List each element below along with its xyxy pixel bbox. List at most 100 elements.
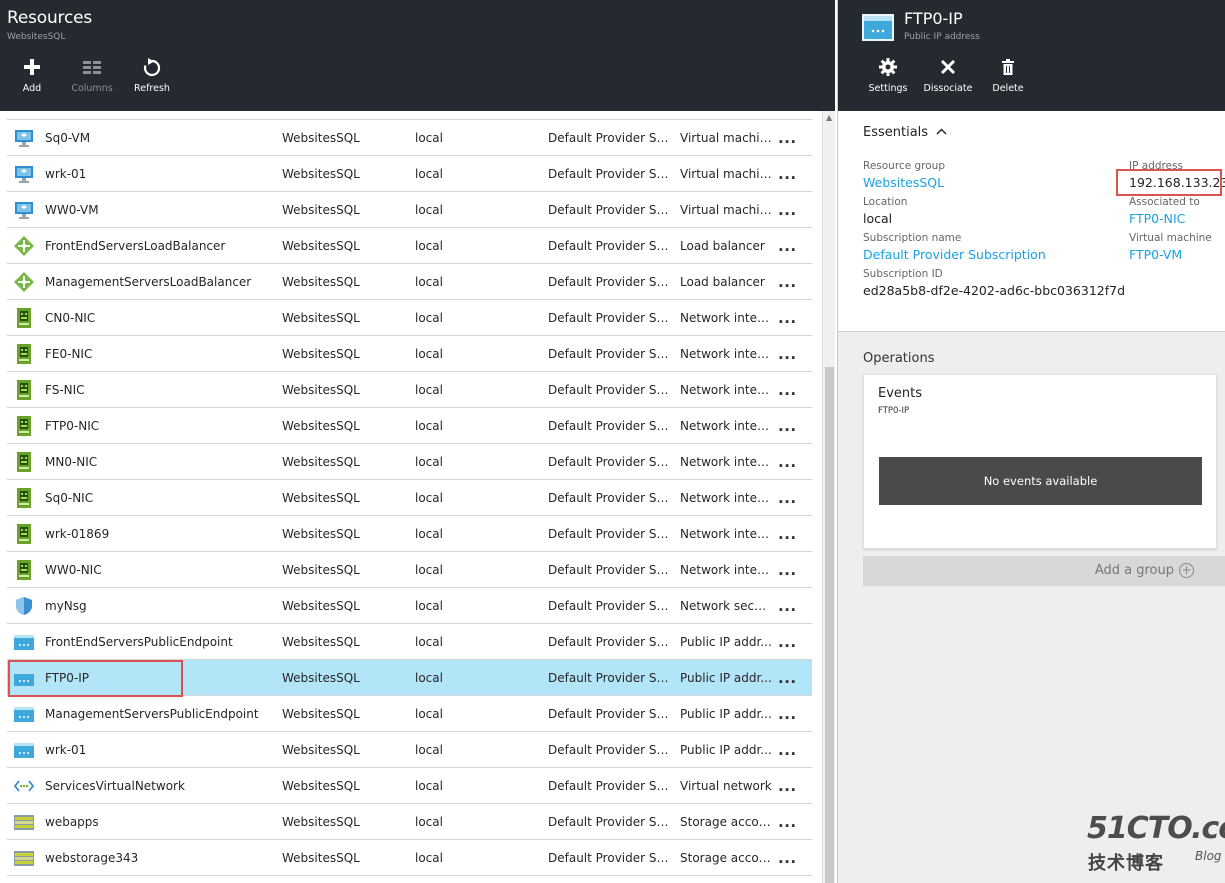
resource-type: Network interf...: [680, 383, 772, 397]
more-options-icon[interactable]: ...: [778, 264, 800, 300]
resource-name[interactable]: FTP0-NIC: [45, 408, 275, 444]
table-row[interactable]: FTP0-NIC WebsitesSQL local Default Provider…: [7, 408, 812, 444]
table-row[interactable]: WW0-NIC WebsitesSQL local Default Provider …: [7, 552, 812, 588]
more-options-icon[interactable]: ...: [778, 336, 800, 372]
delete-button[interactable]: Delete: [978, 58, 1038, 94]
resource-location: local: [415, 527, 443, 541]
public-ip-icon: [14, 732, 36, 768]
resource-subscription: Default Provider Su...: [548, 347, 673, 361]
table-row[interactable]: CN0-NIC WebsitesSQL local Default Provider …: [7, 300, 812, 336]
table-row[interactable]: WW0-VM WebsitesSQL local Default Provider S…: [7, 192, 812, 228]
add-group-label: Add a group: [1094, 563, 1174, 578]
more-options-icon[interactable]: ...: [778, 228, 800, 264]
resource-name[interactable]: ManagementServersLoadBalancer: [45, 264, 275, 300]
scroll-up-icon[interactable]: ▲: [826, 113, 832, 122]
essentials-panel: Essentials Resource group WebsitesSQL Lo…: [838, 111, 1225, 332]
more-options-icon[interactable]: ...: [778, 552, 800, 588]
more-options-icon[interactable]: ...: [778, 696, 800, 732]
resource-name[interactable]: MN0-NIC: [45, 444, 275, 480]
subscription-name-link[interactable]: Default Provider Subscription: [863, 247, 1046, 262]
public-ip-icon: [14, 696, 36, 732]
resource-name[interactable]: Sq0-NIC: [45, 480, 275, 516]
more-options-icon[interactable]: ...: [778, 444, 800, 480]
resource-name[interactable]: Sq0-VM: [45, 120, 275, 156]
virtual-network-icon: [14, 768, 36, 804]
resource-name[interactable]: WW0-VM: [45, 192, 275, 228]
more-options-icon[interactable]: ...: [778, 192, 800, 228]
refresh-button[interactable]: Refresh: [122, 58, 182, 94]
resource-name[interactable]: webstorage343: [45, 840, 275, 876]
table-row[interactable]: ManagementServersLoadBalancer WebsitesSQL…: [7, 264, 812, 300]
table-row[interactable]: FS-NIC WebsitesSQL local Default Provider S…: [7, 372, 812, 408]
more-options-icon[interactable]: ...: [778, 804, 800, 840]
resource-name[interactable]: wrk-01: [45, 732, 275, 768]
table-row[interactable]: myNsg WebsitesSQL local Default Provider Su…: [7, 588, 812, 624]
table-row[interactable]: ServicesVirtualNetwork WebsitesSQL local De…: [7, 768, 812, 804]
add-group-button[interactable]: Add a group +: [863, 556, 1225, 586]
table-row[interactable]: FTP0-IP WebsitesSQL local Default Provider …: [7, 660, 812, 696]
resource-type: Network interf...: [680, 491, 772, 505]
resource-name[interactable]: wrk-01869: [45, 516, 275, 552]
table-row[interactable]: Sq0-VM WebsitesSQL local Default Provider S…: [7, 120, 812, 156]
table-row[interactable]: [7, 111, 812, 120]
events-tile[interactable]: Events FTP0-IP No events available: [863, 374, 1217, 549]
watermark-subtitle: 技术博客: [1088, 853, 1164, 874]
add-label: Add: [22, 83, 42, 94]
resource-name[interactable]: FE0-NIC: [45, 336, 275, 372]
network-interface-icon: [14, 480, 36, 516]
table-row[interactable]: wrk-01 WebsitesSQL local Default Provider S…: [7, 732, 812, 768]
table-row[interactable]: webstorage343 WebsitesSQL local Default Pro…: [7, 840, 812, 876]
columns-button[interactable]: Columns: [62, 58, 122, 94]
dissociate-button[interactable]: Dissociate: [918, 58, 978, 94]
more-options-icon[interactable]: ...: [778, 120, 800, 156]
more-options-icon[interactable]: ...: [778, 768, 800, 804]
table-row[interactable]: FrontEndServersLoadBalancer WebsitesSQL lo…: [7, 228, 812, 264]
more-options-icon[interactable]: ...: [778, 840, 800, 876]
more-options-icon[interactable]: ...: [778, 156, 800, 192]
associated-to-link[interactable]: FTP0-NIC: [1129, 211, 1185, 226]
table-row[interactable]: FE0-NIC WebsitesSQL local Default Provider …: [7, 336, 812, 372]
table-row[interactable]: MN0-NIC WebsitesSQL local Default Provider …: [7, 444, 812, 480]
blade-title: Resources: [7, 8, 93, 28]
resource-name[interactable]: WW0-NIC: [45, 552, 275, 588]
table-row[interactable]: wrk-01869 WebsitesSQL local Default Provide…: [7, 516, 812, 552]
resource-name[interactable]: ManagementServersPublicEndpoint: [45, 696, 275, 732]
more-options-icon[interactable]: ...: [778, 372, 800, 408]
resource-name[interactable]: FrontEndServersLoadBalancer: [45, 228, 275, 264]
scrollbar-thumb[interactable]: [825, 367, 834, 883]
resource-location: local: [415, 779, 443, 793]
resource-subscription: Default Provider Su...: [548, 383, 673, 397]
more-options-icon[interactable]: ...: [778, 408, 800, 444]
resource-group-link[interactable]: WebsitesSQL: [863, 175, 944, 190]
table-row[interactable]: ManagementServersPublicEndpoint WebsitesS…: [7, 696, 812, 732]
table-row[interactable]: wrk-01 WebsitesSQL local Default Provider S…: [7, 156, 812, 192]
resource-name[interactable]: webapps: [45, 804, 275, 840]
more-options-icon[interactable]: ...: [778, 480, 800, 516]
more-options-icon[interactable]: ...: [778, 660, 800, 696]
resource-name[interactable]: FTP0-IP: [45, 660, 275, 696]
table-row[interactable]: Sq0-NIC WebsitesSQL local Default Provider …: [7, 480, 812, 516]
more-options-icon[interactable]: ...: [778, 588, 800, 624]
more-options-icon[interactable]: ...: [778, 300, 800, 336]
table-row[interactable]: webapps WebsitesSQL local Default Provider …: [7, 804, 812, 840]
more-options-icon[interactable]: ...: [778, 732, 800, 768]
resource-name[interactable]: ServicesVirtualNetwork: [45, 768, 275, 804]
resource-name[interactable]: myNsg: [45, 588, 275, 624]
resource-name[interactable]: wrk-01: [45, 156, 275, 192]
add-button[interactable]: Add: [2, 58, 62, 94]
settings-button[interactable]: Settings: [858, 58, 918, 94]
resource-name[interactable]: FrontEndServersPublicEndpoint: [45, 624, 275, 660]
resource-type: Load balancer: [680, 275, 765, 289]
resource-subscription: Default Provider Su...: [548, 707, 673, 721]
virtual-machine-link[interactable]: FTP0-VM: [1129, 247, 1182, 262]
essentials-toggle[interactable]: Essentials: [863, 125, 947, 140]
resource-subscription: Default Provider Su...: [548, 131, 673, 145]
grid-scrollbar[interactable]: ▲: [822, 111, 835, 883]
more-options-icon[interactable]: ...: [778, 516, 800, 552]
resource-name[interactable]: FS-NIC: [45, 372, 275, 408]
resource-name[interactable]: CN0-NIC: [45, 300, 275, 336]
virtual-machine-icon: [14, 156, 36, 192]
network-interface-icon: [14, 300, 36, 336]
more-options-icon[interactable]: ...: [778, 624, 800, 660]
table-row[interactable]: FrontEndServersPublicEndpoint WebsitesSQL…: [7, 624, 812, 660]
